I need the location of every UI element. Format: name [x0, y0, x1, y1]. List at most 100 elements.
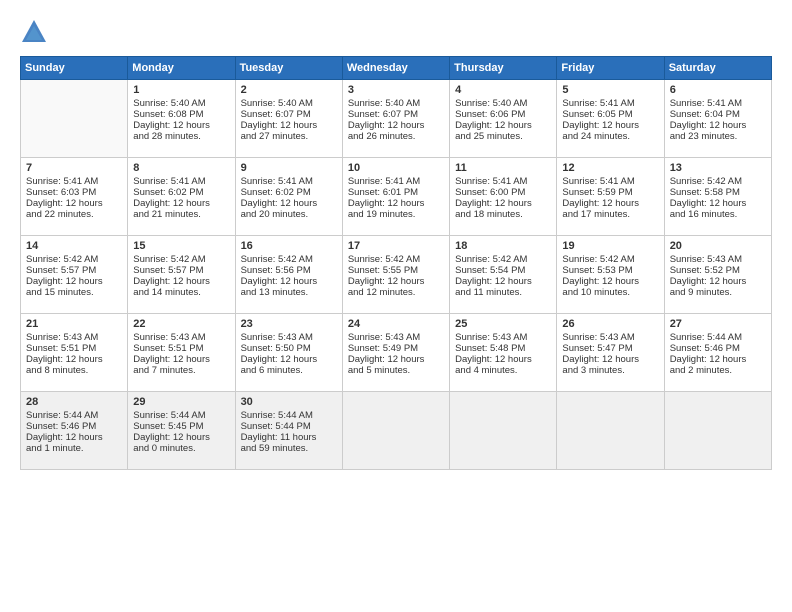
cell-info-line: Sunrise: 5:43 AM [562, 332, 659, 343]
cell-info-line: Daylight: 12 hours [133, 120, 230, 131]
day-number: 27 [670, 318, 767, 330]
cell-info-line: Sunset: 6:07 PM [348, 109, 445, 120]
day-number: 19 [562, 240, 659, 252]
cell-info-line: Sunset: 5:47 PM [562, 343, 659, 354]
cell-info-line: Sunrise: 5:41 AM [241, 176, 338, 187]
calendar-cell [664, 392, 771, 470]
cell-info-line: and 1 minute. [26, 443, 123, 454]
calendar-cell: 17Sunrise: 5:42 AMSunset: 5:55 PMDayligh… [342, 236, 449, 314]
cell-info-line: Sunrise: 5:43 AM [670, 254, 767, 265]
calendar-cell: 21Sunrise: 5:43 AMSunset: 5:51 PMDayligh… [21, 314, 128, 392]
cell-info-line: Sunrise: 5:42 AM [348, 254, 445, 265]
cell-info-line: Daylight: 12 hours [562, 120, 659, 131]
day-number: 12 [562, 162, 659, 174]
cell-info-line: Sunset: 6:01 PM [348, 187, 445, 198]
weekday-header: Wednesday [342, 57, 449, 80]
day-number: 6 [670, 84, 767, 96]
cell-info-line: Daylight: 12 hours [670, 276, 767, 287]
cell-info-line: Sunset: 5:46 PM [670, 343, 767, 354]
cell-info-line: and 22 minutes. [26, 209, 123, 220]
cell-info-line: Sunrise: 5:41 AM [133, 176, 230, 187]
logo [20, 18, 52, 46]
day-number: 26 [562, 318, 659, 330]
cell-info-line: and 19 minutes. [348, 209, 445, 220]
cell-info-line: and 16 minutes. [670, 209, 767, 220]
cell-info-line: Sunset: 6:02 PM [133, 187, 230, 198]
day-number: 4 [455, 84, 552, 96]
weekday-header: Sunday [21, 57, 128, 80]
weekday-header: Saturday [664, 57, 771, 80]
cell-info-line: Daylight: 12 hours [455, 120, 552, 131]
day-number: 14 [26, 240, 123, 252]
day-number: 21 [26, 318, 123, 330]
cell-info-line: Sunset: 5:46 PM [26, 421, 123, 432]
cell-info-line: Daylight: 12 hours [26, 432, 123, 443]
cell-info-line: Daylight: 12 hours [241, 354, 338, 365]
cell-info-line: and 13 minutes. [241, 287, 338, 298]
day-number: 25 [455, 318, 552, 330]
cell-info-line: and 20 minutes. [241, 209, 338, 220]
cell-info-line: Sunset: 6:07 PM [241, 109, 338, 120]
cell-info-line: Daylight: 12 hours [133, 198, 230, 209]
day-number: 30 [241, 396, 338, 408]
cell-info-line: and 26 minutes. [348, 131, 445, 142]
calendar-cell: 28Sunrise: 5:44 AMSunset: 5:46 PMDayligh… [21, 392, 128, 470]
day-number: 5 [562, 84, 659, 96]
calendar-cell [557, 392, 664, 470]
cell-info-line: Sunset: 5:56 PM [241, 265, 338, 276]
cell-info-line: Sunset: 5:54 PM [455, 265, 552, 276]
calendar-cell: 20Sunrise: 5:43 AMSunset: 5:52 PMDayligh… [664, 236, 771, 314]
calendar-cell: 27Sunrise: 5:44 AMSunset: 5:46 PMDayligh… [664, 314, 771, 392]
cell-info-line: and 9 minutes. [670, 287, 767, 298]
cell-info-line: Sunrise: 5:41 AM [670, 98, 767, 109]
day-number: 10 [348, 162, 445, 174]
calendar-cell: 30Sunrise: 5:44 AMSunset: 5:44 PMDayligh… [235, 392, 342, 470]
cell-info-line: Sunrise: 5:43 AM [241, 332, 338, 343]
cell-info-line: Daylight: 12 hours [670, 198, 767, 209]
calendar-cell: 8Sunrise: 5:41 AMSunset: 6:02 PMDaylight… [128, 158, 235, 236]
cell-info-line: and 5 minutes. [348, 365, 445, 376]
cell-info-line: Sunrise: 5:42 AM [562, 254, 659, 265]
calendar-cell: 9Sunrise: 5:41 AMSunset: 6:02 PMDaylight… [235, 158, 342, 236]
cell-info-line: Sunrise: 5:43 AM [455, 332, 552, 343]
calendar-table: SundayMondayTuesdayWednesdayThursdayFrid… [20, 56, 772, 470]
cell-info-line: and 21 minutes. [133, 209, 230, 220]
cell-info-line: and 23 minutes. [670, 131, 767, 142]
calendar-cell: 18Sunrise: 5:42 AMSunset: 5:54 PMDayligh… [450, 236, 557, 314]
cell-info-line: Sunrise: 5:42 AM [670, 176, 767, 187]
day-number: 24 [348, 318, 445, 330]
cell-info-line: Sunset: 6:03 PM [26, 187, 123, 198]
cell-info-line: Daylight: 12 hours [348, 354, 445, 365]
cell-info-line: Sunrise: 5:41 AM [455, 176, 552, 187]
calendar-cell: 15Sunrise: 5:42 AMSunset: 5:57 PMDayligh… [128, 236, 235, 314]
day-number: 7 [26, 162, 123, 174]
calendar-cell: 23Sunrise: 5:43 AMSunset: 5:50 PMDayligh… [235, 314, 342, 392]
day-number: 2 [241, 84, 338, 96]
cell-info-line: Sunrise: 5:43 AM [348, 332, 445, 343]
cell-info-line: Daylight: 12 hours [26, 198, 123, 209]
cell-info-line: and 7 minutes. [133, 365, 230, 376]
calendar-cell [342, 392, 449, 470]
day-number: 13 [670, 162, 767, 174]
cell-info-line: Daylight: 12 hours [241, 120, 338, 131]
weekday-header: Monday [128, 57, 235, 80]
day-number: 9 [241, 162, 338, 174]
cell-info-line: Daylight: 12 hours [455, 276, 552, 287]
cell-info-line: Sunset: 5:57 PM [26, 265, 123, 276]
cell-info-line: Daylight: 12 hours [670, 354, 767, 365]
logo-icon [20, 18, 48, 46]
cell-info-line: Sunset: 5:51 PM [26, 343, 123, 354]
calendar-cell: 10Sunrise: 5:41 AMSunset: 6:01 PMDayligh… [342, 158, 449, 236]
calendar-cell: 14Sunrise: 5:42 AMSunset: 5:57 PMDayligh… [21, 236, 128, 314]
header [20, 18, 772, 46]
cell-info-line: Sunset: 6:00 PM [455, 187, 552, 198]
cell-info-line: Daylight: 12 hours [348, 276, 445, 287]
calendar-cell: 5Sunrise: 5:41 AMSunset: 6:05 PMDaylight… [557, 80, 664, 158]
cell-info-line: Sunrise: 5:41 AM [562, 98, 659, 109]
calendar-cell: 6Sunrise: 5:41 AMSunset: 6:04 PMDaylight… [664, 80, 771, 158]
cell-info-line: Sunset: 5:50 PM [241, 343, 338, 354]
weekday-header: Tuesday [235, 57, 342, 80]
cell-info-line: and 4 minutes. [455, 365, 552, 376]
cell-info-line: Sunrise: 5:41 AM [562, 176, 659, 187]
cell-info-line: Sunrise: 5:43 AM [133, 332, 230, 343]
